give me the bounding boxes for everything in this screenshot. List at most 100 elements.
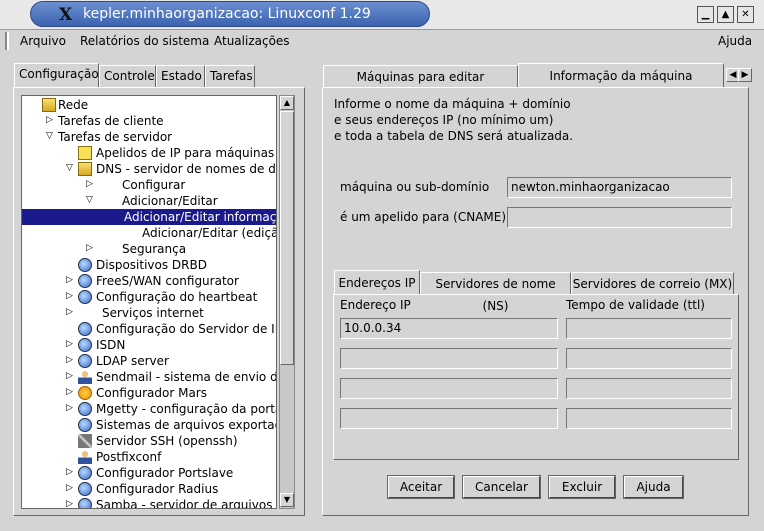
tree-item[interactable]: ▽Rede [22,97,276,113]
tree-item[interactable]: ▷ ISDN [22,337,276,353]
tree-item-label: Tarefas de servidor [58,130,173,144]
collapsed-arrow-icon[interactable]: ▷ [66,372,75,381]
tree-item[interactable]: Sistemas de arquivos exportad [22,417,276,433]
tab-configuracao[interactable]: Configuração [14,63,99,88]
tab-estado[interactable]: Estado [156,65,205,87]
collapsed-arrow-icon[interactable]: ▷ [66,484,75,493]
collapsed-arrow-icon[interactable]: ▷ [66,340,75,349]
title-bar[interactable]: X kepler.minhaorganizacao: Linuxconf 1.2… [0,0,764,30]
ip-field[interactable]: 10.0.0.34 [340,318,558,339]
close-button[interactable]: ✕ [737,6,754,23]
expanded-arrow-icon[interactable]: ▽ [86,196,95,205]
host-input[interactable]: newton.minhaorganizacao [507,177,732,198]
tree-item-label: DNS - servidor de nomes de do [96,162,277,176]
accept-button[interactable]: Aceitar [387,475,455,499]
menu-relatorios[interactable]: Relatórios do sistema [80,34,209,48]
cname-input[interactable] [507,207,732,228]
cancel-button[interactable]: Cancelar [462,475,541,499]
tree-item-label: Adicionar/Editar informaçõe [124,210,277,224]
minimize-button[interactable]: ▁ [697,6,714,23]
collapsed-arrow-icon[interactable]: ▷ [66,388,75,397]
globe-icon [78,354,92,368]
tree-item-label: Rede [58,98,89,112]
tree-item[interactable]: Configuração do Servidor de IF [22,321,276,337]
tree-item-label: Sendmail - sistema de envio de [96,370,277,384]
tree-item[interactable]: ▷ Samba - servidor de arquivos [22,497,276,509]
tree-item[interactable]: Dispositivos DRBD [22,257,276,273]
config-tree[interactable]: ▽Rede▷Tarefas de cliente▽Tarefas de serv… [21,95,277,509]
expanded-arrow-icon[interactable]: ▽ [66,164,75,173]
window-title: kepler.minhaorganizacao: Linuxconf 1.29 [83,6,371,22]
tree-item-label: Configuração do heartbeat [96,290,258,304]
globe-icon [78,482,92,496]
collapsed-arrow-icon[interactable]: ▷ [66,292,75,301]
collapsed-arrow-icon[interactable]: ▷ [66,468,75,477]
tree-item-label: Postfixconf [96,450,162,464]
tree-item[interactable]: ▷ Configurador Mars [22,385,276,401]
maximize-button[interactable]: ▲ [717,6,734,23]
delete-button[interactable]: Excluir [548,475,616,499]
tree-item[interactable]: ▷ Configurar [22,177,276,193]
ttl-field[interactable] [566,348,732,369]
ttl-field[interactable] [566,318,732,339]
collapsed-arrow-icon[interactable]: ▷ [46,116,55,125]
tab-scroll-right-icon[interactable]: ▶ [738,68,752,82]
ttl-header: Tempo de validade (ttl) [566,298,705,312]
tree-item[interactable]: ▷ Tarefas de cliente [22,113,276,129]
scroll-up-button[interactable]: ▲ [280,96,294,110]
globe-icon [78,402,92,416]
tree-item[interactable]: ▷ Configurador Radius [22,481,276,497]
tab-servidores-de-nome[interactable]: Servidores de nome (NS) [420,272,571,313]
tab-controle[interactable]: Controle [99,65,156,87]
tree-item[interactable]: ▽ Tarefas de servidor [22,129,276,145]
tree-item[interactable]: Apelidos de IP para máquinas v [22,145,276,161]
tree-item[interactable]: ▽ DNS - servidor de nomes de do [22,161,277,177]
tree-item[interactable]: ▷ Segurança [22,241,276,257]
collapsed-arrow-icon[interactable]: ▷ [66,404,75,413]
tab-maquinas-para-editar[interactable]: Máquinas para editar [323,65,518,88]
tree-item[interactable]: Postfixconf [22,449,276,465]
collapsed-arrow-icon[interactable]: ▷ [86,244,95,253]
ttl-field[interactable] [566,378,732,399]
ip-field[interactable] [340,348,558,369]
expanded-arrow-icon[interactable]: ▽ [46,132,55,141]
collapsed-arrow-icon[interactable]: ▷ [66,356,75,365]
scroll-down-button[interactable]: ▼ [280,493,294,507]
tree-item[interactable]: Adicionar/Editar (edição ráp [22,225,276,241]
menu-atualizacoes[interactable]: Atualizações [214,34,290,48]
tab-informacao-da-maquina[interactable]: Informação da máquina [518,63,724,88]
tab-servidores-de-correio[interactable]: Servidores de correio (MX) [571,272,734,295]
scrollbar-thumb[interactable] [280,111,294,365]
tree-item-label: Mgetty - configuração da porta [96,402,277,416]
tree-item[interactable]: ▽ Adicionar/Editar [22,193,276,209]
tree-item[interactable]: Adicionar/Editar informaçõe [22,209,277,225]
window-title-pill[interactable]: X kepler.minhaorganizacao: Linuxconf 1.2… [30,1,430,27]
tree-item[interactable]: ▷ LDAP server [22,353,276,369]
tree-item[interactable]: ▷ Serviços internet [22,305,276,321]
tree-item[interactable]: ▷ Configurador Portslave [22,465,276,481]
tree-item-label: Configurador Portslave [96,466,234,480]
help-button[interactable]: Ajuda [623,475,684,499]
ip-field[interactable] [340,378,558,399]
tree-item[interactable]: ▷ Configuração do heartbeat [22,289,276,305]
collapsed-arrow-icon[interactable]: ▷ [66,276,75,285]
tree-item[interactable]: Servidor SSH (openssh) [22,433,276,449]
collapsed-arrow-icon[interactable]: ▷ [86,180,95,189]
tree-item-label: Adicionar/Editar (edição ráp [142,226,276,240]
folder-icon [78,162,92,176]
menu-arquivo[interactable]: Arquivo [20,34,66,48]
tab-enderecos-ip[interactable]: Endereços IP [334,270,420,295]
document-icon [78,146,92,160]
tree-item-label: FreeS/WAN configurator [96,274,239,288]
tree-item[interactable]: ▷ Sendmail - sistema de envio de [22,369,277,385]
ttl-field[interactable] [566,408,732,429]
tree-item[interactable]: ▷ Mgetty - configuração da porta [22,401,277,417]
tab-tarefas[interactable]: Tarefas [205,65,255,87]
tree-item[interactable]: ▷ FreeS/WAN configurator [22,273,276,289]
info-line-3: e toda a tabela de DNS será atualizada. [334,129,574,143]
ip-field[interactable] [340,408,558,429]
cname-label: é um apelido para (CNAME) [340,210,507,224]
menu-ajuda[interactable]: Ajuda [718,34,752,48]
collapsed-arrow-icon[interactable]: ▷ [66,500,75,509]
collapsed-arrow-icon[interactable]: ▷ [66,308,75,317]
